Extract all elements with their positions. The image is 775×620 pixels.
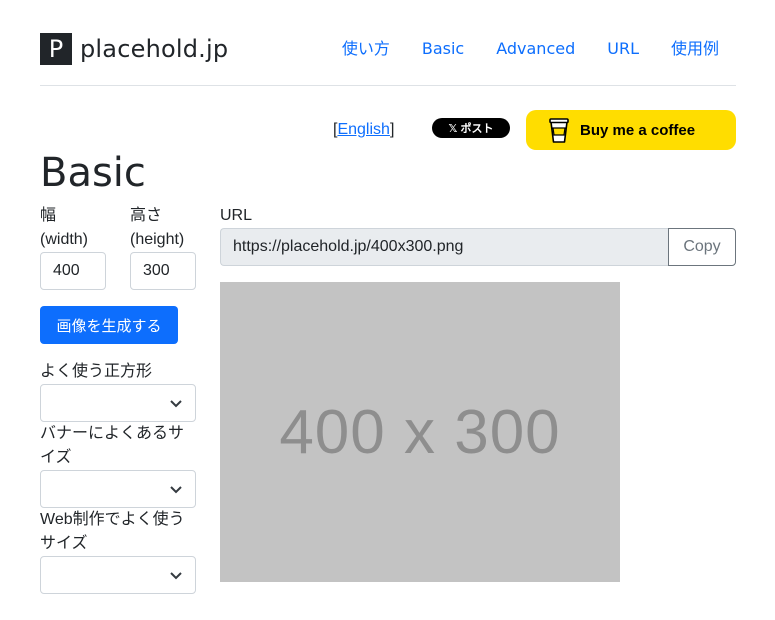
width-label: 幅 bbox=[40, 207, 57, 224]
x-post-button[interactable]: 𝕏 ポスト bbox=[432, 118, 510, 138]
banner-sizes-label: バナーによくあるサ bbox=[40, 425, 185, 442]
nav-url[interactable]: URL bbox=[607, 38, 639, 60]
copy-button[interactable]: Copy bbox=[668, 228, 736, 266]
generate-image-button[interactable]: 画像を生成する bbox=[40, 306, 178, 344]
banner-sizes-select[interactable] bbox=[40, 470, 196, 508]
height-label-en: (height) bbox=[130, 231, 185, 248]
language-switch: [English] bbox=[333, 121, 394, 139]
coffee-cup-icon bbox=[549, 118, 569, 143]
url-input-group: https://placehold.jp/400x300.png Copy bbox=[220, 228, 736, 266]
english-link[interactable]: English bbox=[337, 121, 389, 138]
main-nav: 使い方 Basic Advanced URL 使用例 bbox=[342, 38, 719, 60]
square-sizes-label: よく使う正方形 bbox=[40, 363, 153, 380]
height-input[interactable]: 300 bbox=[130, 252, 196, 290]
width-label-en: (width) bbox=[40, 231, 89, 248]
header-divider bbox=[40, 85, 736, 86]
chevron-down-icon bbox=[170, 486, 182, 494]
banner-sizes-label-cont: イズ bbox=[40, 449, 72, 466]
bracket-close: ] bbox=[389, 121, 395, 138]
placeholder-preview-image: 400 x 300 bbox=[220, 282, 620, 582]
nav-usage[interactable]: 使い方 bbox=[342, 38, 390, 60]
width-input[interactable]: 400 bbox=[40, 252, 106, 290]
preview-size-text: 400 x 300 bbox=[279, 397, 561, 467]
web-sizes-label: Web制作でよく使う bbox=[40, 511, 185, 528]
square-sizes-select[interactable] bbox=[40, 384, 196, 422]
chevron-down-icon bbox=[170, 572, 182, 580]
site-logo[interactable]: P placehold.jp bbox=[40, 33, 228, 65]
nav-examples[interactable]: 使用例 bbox=[671, 38, 719, 60]
buy-me-a-coffee-button[interactable]: Buy me a coffee bbox=[526, 110, 736, 150]
page-title: Basic bbox=[40, 150, 146, 196]
logo-icon: P bbox=[40, 33, 72, 65]
url-output-field[interactable]: https://placehold.jp/400x300.png bbox=[220, 228, 668, 266]
nav-basic[interactable]: Basic bbox=[422, 38, 464, 60]
bmc-label: Buy me a coffee bbox=[580, 121, 696, 139]
height-label: 高さ bbox=[130, 207, 163, 224]
chevron-down-icon bbox=[170, 400, 182, 408]
nav-advanced[interactable]: Advanced bbox=[496, 38, 575, 60]
site-name: placehold.jp bbox=[80, 35, 229, 63]
web-sizes-select[interactable] bbox=[40, 556, 196, 594]
url-label: URL bbox=[220, 207, 253, 224]
web-sizes-label-cont: サイズ bbox=[40, 535, 88, 552]
